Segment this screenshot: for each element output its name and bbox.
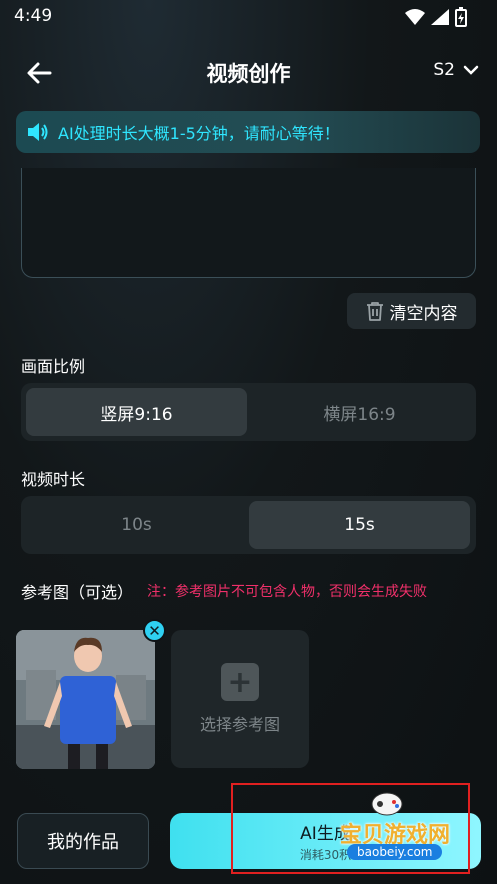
signal-icon bbox=[431, 9, 449, 25]
wifi-icon bbox=[405, 9, 425, 25]
reference-thumbnail[interactable] bbox=[16, 630, 155, 769]
prompt-textarea[interactable] bbox=[21, 168, 476, 278]
reference-label: 参考图（可选） bbox=[21, 583, 134, 602]
aspect-ratio-selector: 竖屏9:16 横屏16:9 bbox=[21, 383, 476, 441]
clear-content-button[interactable]: 清空内容 bbox=[347, 293, 476, 329]
add-reference-button[interactable]: + 选择参考图 bbox=[171, 630, 309, 768]
duration-label: 视频时长 bbox=[21, 470, 86, 489]
watermark-url: baobeiy.com bbox=[347, 844, 443, 860]
aspect-option-portrait[interactable]: 竖屏9:16 bbox=[26, 388, 247, 436]
processing-notice: AI处理时长大概1-5分钟，请耐心等待！ bbox=[16, 111, 480, 153]
clear-content-label: 清空内容 bbox=[389, 303, 458, 324]
aspect-option-landscape[interactable]: 横屏16:9 bbox=[249, 388, 470, 436]
plus-icon: + bbox=[221, 663, 259, 701]
reference-warning: 注：参考图片不可包含人物，否则会生成失败 bbox=[147, 584, 427, 600]
duration-option-10s[interactable]: 10s bbox=[26, 501, 247, 549]
notice-text: AI处理时长大概1-5分钟，请耐心等待！ bbox=[58, 124, 340, 143]
version-label: S2 bbox=[433, 60, 455, 80]
status-icons bbox=[405, 7, 467, 27]
gamepad-icon bbox=[371, 792, 403, 816]
trash-icon bbox=[366, 302, 383, 321]
reference-image bbox=[16, 630, 155, 769]
duration-option-15s[interactable]: 15s bbox=[249, 501, 470, 549]
speaker-icon bbox=[28, 123, 48, 141]
duration-selector: 10s 15s bbox=[21, 496, 476, 554]
add-reference-label: 选择参考图 bbox=[199, 715, 280, 734]
page-title: 视频创作 bbox=[206, 62, 291, 86]
aspect-ratio-label: 画面比例 bbox=[21, 357, 86, 376]
remove-reference-button[interactable]: ✕ bbox=[143, 619, 166, 642]
close-icon: ✕ bbox=[148, 621, 161, 640]
chevron-down-icon bbox=[463, 65, 479, 75]
version-select[interactable]: S2 bbox=[433, 60, 479, 80]
status-time: 4:49 bbox=[14, 6, 53, 26]
my-works-button[interactable]: 我的作品 bbox=[17, 813, 149, 869]
battery-charging-icon bbox=[455, 7, 467, 27]
